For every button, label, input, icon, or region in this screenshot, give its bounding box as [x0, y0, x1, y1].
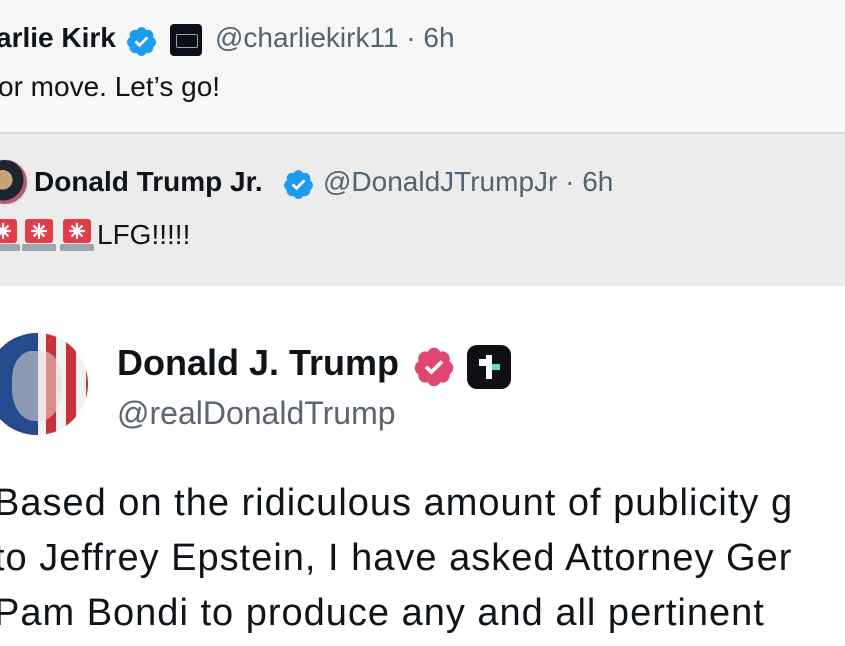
post-text-line: Based on the ridiculous amount of public…: [0, 482, 794, 524]
author-name[interactable]: arlie Kirk: [0, 22, 116, 54]
rotating-light-icon: [60, 219, 94, 251]
truth-social-logo-icon: [467, 345, 511, 389]
verified-badge-icon: [284, 170, 313, 199]
handle[interactable]: @realDonaldTrump: [117, 395, 396, 432]
trump-jr-quote[interactable]: [0, 134, 845, 286]
handle-timestamp[interactable]: @DonaldJTrumpJr · 6h: [323, 166, 613, 198]
rotating-light-icon: [0, 219, 20, 251]
author-name[interactable]: Donald Trump Jr.: [34, 166, 263, 198]
verified-badge-icon: [127, 27, 156, 56]
handle-timestamp[interactable]: @charliekirk11 · 6h: [215, 22, 455, 54]
quote-text: or move. Let’s go!: [0, 71, 221, 102]
verified-badge-icon: [414, 347, 454, 387]
charlie-kirk-quote[interactable]: [0, 0, 845, 133]
rotating-light-icon: [22, 219, 56, 251]
author-name[interactable]: Donald J. Trump: [117, 342, 399, 384]
post-text-line: Pam Bondi to produce any and all pertine…: [0, 592, 765, 634]
post-text-line: to Jeffrey Epstein, I have asked Attorne…: [0, 537, 793, 579]
quote-text: LFG!!!!!: [97, 219, 191, 250]
org-affiliation-badge-icon[interactable]: [170, 24, 202, 56]
